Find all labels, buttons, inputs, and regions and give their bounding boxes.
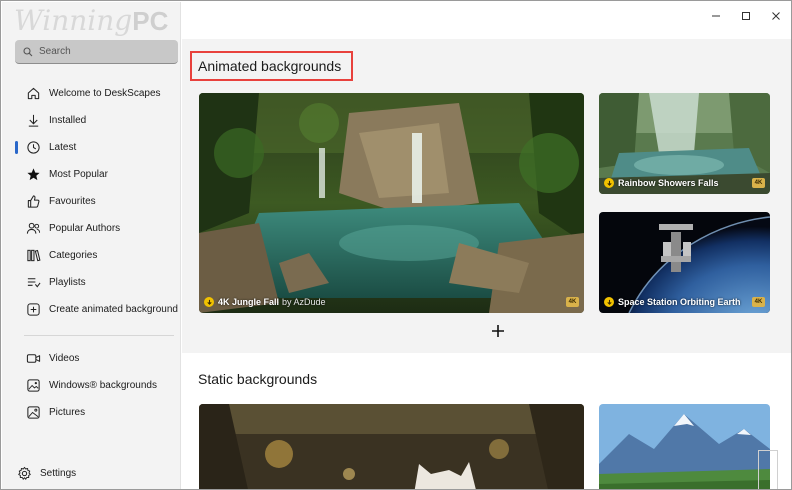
sidebar-item-installed[interactable]: Installed (2, 107, 181, 133)
card-caption: 4K Jungle Fall by AzDude (204, 297, 326, 307)
sidebar-item-label: Videos (49, 352, 80, 364)
resolution-badge: 4K (566, 297, 579, 307)
sidebar-item-categories[interactable]: Categories (2, 242, 181, 268)
minimize-icon (712, 15, 720, 17)
sidebar-item-label: Installed (49, 114, 87, 126)
card-caption: Rainbow Showers Falls (604, 178, 719, 188)
search-box[interactable] (15, 40, 178, 64)
sidebar-item-latest[interactable]: Latest (2, 134, 181, 160)
card-static-forest-fox[interactable] (199, 404, 584, 489)
picture-icon (25, 404, 41, 420)
card-rainbow-showers-falls[interactable]: Rainbow Showers Falls 4K (599, 93, 770, 194)
close-button[interactable] (761, 5, 791, 27)
clock-icon (25, 139, 41, 155)
forest-fox-thumbnail (199, 404, 584, 489)
sidebar-item-label: Most Popular (49, 168, 108, 180)
sidebar-item-label: Latest (49, 141, 77, 153)
playlist-icon (25, 274, 41, 290)
maximize-button[interactable] (731, 5, 761, 27)
sidebar-item-popular-authors[interactable]: Popular Authors (2, 215, 181, 241)
plus-icon (492, 325, 504, 337)
minimize-button[interactable] (701, 5, 731, 27)
sidebar-item-label: Windows® backgrounds (49, 379, 157, 391)
sidebar-item-most-popular[interactable]: Most Popular (2, 161, 181, 187)
corner-decoration (758, 450, 778, 489)
download-icon (604, 178, 614, 188)
sidebar-item-label: Categories (49, 249, 98, 261)
settings-label: Settings (40, 467, 77, 479)
card-jungle-fall[interactable]: 4K Jungle Fall by AzDude 4K (199, 93, 584, 313)
resolution-badge: 4K (752, 297, 765, 307)
sidebar-item-playlists[interactable]: Playlists (2, 269, 181, 295)
search-input[interactable] (39, 46, 169, 57)
maximize-icon (742, 12, 750, 20)
jungle-fall-thumbnail (199, 93, 584, 313)
close-icon (772, 12, 780, 20)
windows-image-icon (25, 377, 41, 393)
download-icon (204, 297, 214, 307)
people-icon (25, 220, 41, 236)
sidebar-item-favourites[interactable]: Favourites (2, 188, 181, 214)
sidebar-item-windows-backgrounds[interactable]: Windows® backgrounds (2, 372, 181, 398)
sidebar-item-label: Welcome to DeskScapes (49, 87, 161, 99)
sidebar-item-label: Favourites (49, 195, 96, 207)
main-content: Animated backgrounds 4K Jungle Fall by A… (182, 39, 791, 489)
gear-icon (16, 465, 32, 481)
add-square-icon (25, 301, 41, 317)
card-caption: Space Station Orbiting Earth (604, 297, 741, 307)
download-icon (604, 297, 614, 307)
home-icon (25, 85, 41, 101)
sidebar-divider (24, 335, 174, 336)
sidebar: WinningPC Welcome to DeskScapes Installe… (2, 2, 181, 489)
sidebar-item-settings[interactable]: Settings (2, 460, 181, 486)
animated-backgrounds-title: Animated backgrounds (198, 58, 342, 74)
static-backgrounds-title: Static backgrounds (198, 371, 318, 387)
library-icon (25, 247, 41, 263)
sidebar-item-label: Pictures (49, 406, 86, 418)
card-author: by AzDude (282, 297, 326, 307)
watermark: WinningPC (14, 4, 169, 37)
download-arrow-icon (25, 112, 41, 128)
star-icon (25, 166, 41, 182)
card-space-station[interactable]: Space Station Orbiting Earth 4K (599, 212, 770, 313)
card-title: 4K Jungle Fall (218, 297, 280, 307)
mountain-thumbnail (599, 404, 770, 489)
video-icon (25, 350, 41, 366)
add-more-button[interactable] (489, 322, 507, 340)
sidebar-item-create-animated-background[interactable]: Create animated background (2, 296, 181, 322)
card-title: Rainbow Showers Falls (618, 178, 719, 188)
app-window: WinningPC Welcome to DeskScapes Installe… (0, 0, 792, 490)
sidebar-item-label: Playlists (49, 276, 86, 288)
card-title: Space Station Orbiting Earth (618, 297, 741, 307)
sidebar-item-label: Popular Authors (49, 222, 121, 234)
search-icon (23, 46, 33, 56)
thumbs-up-icon (25, 193, 41, 209)
resolution-badge: 4K (752, 178, 765, 188)
static-backgrounds-section: Static backgrounds (182, 353, 791, 489)
card-static-mountain[interactable] (599, 404, 770, 489)
sidebar-item-welcome[interactable]: Welcome to DeskScapes (2, 80, 181, 106)
sidebar-item-videos[interactable]: Videos (2, 345, 181, 371)
sidebar-item-label: Create animated background (49, 303, 178, 315)
sidebar-item-pictures[interactable]: Pictures (2, 399, 181, 425)
